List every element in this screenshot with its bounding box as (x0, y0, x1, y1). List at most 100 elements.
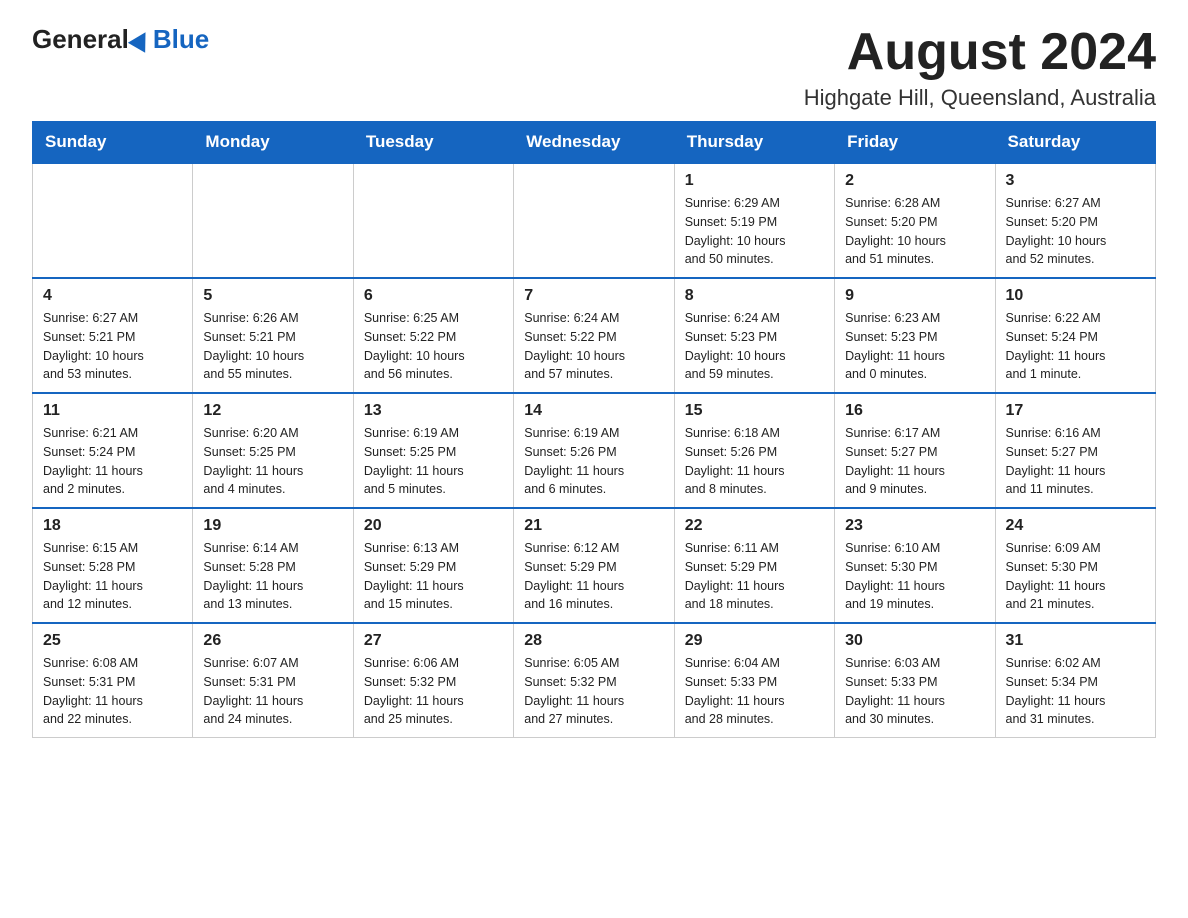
day-info: Sunrise: 6:19 AMSunset: 5:25 PMDaylight:… (364, 424, 503, 499)
calendar-cell: 16 Sunrise: 6:17 AMSunset: 5:27 PMDayligh… (835, 393, 995, 508)
calendar-week-row: 25 Sunrise: 6:08 AMSunset: 5:31 PMDayligh… (33, 623, 1156, 738)
day-number: 23 (845, 517, 984, 535)
calendar-header-row: SundayMondayTuesdayWednesdayThursdayFrid… (33, 122, 1156, 164)
day-info: Sunrise: 6:07 AMSunset: 5:31 PMDaylight:… (203, 654, 342, 729)
day-number: 17 (1006, 402, 1145, 420)
day-number: 6 (364, 287, 503, 305)
calendar-cell: 17 Sunrise: 6:16 AMSunset: 5:27 PMDayligh… (995, 393, 1155, 508)
day-info: Sunrise: 6:16 AMSunset: 5:27 PMDaylight:… (1006, 424, 1145, 499)
calendar-cell: 21Sunrise: 6:12 AMSunset: 5:29 PMDayligh… (514, 508, 674, 623)
calendar-cell: 12 Sunrise: 6:20 AMSunset: 5:25 PMDayligh… (193, 393, 353, 508)
day-info: Sunrise: 6:06 AMSunset: 5:32 PMDaylight:… (364, 654, 503, 729)
day-number: 29 (685, 632, 824, 650)
day-info: Sunrise: 6:18 AMSunset: 5:26 PMDaylight:… (685, 424, 824, 499)
day-number: 20 (364, 517, 503, 535)
day-info: Sunrise: 6:08 AMSunset: 5:31 PMDaylight:… (43, 654, 182, 729)
day-info: Sunrise: 6:10 AMSunset: 5:30 PMDaylight:… (845, 539, 984, 614)
calendar-cell: 9Sunrise: 6:23 AMSunset: 5:23 PMDaylight… (835, 278, 995, 393)
calendar-cell: 11 Sunrise: 6:21 AMSunset: 5:24 PMDayligh… (33, 393, 193, 508)
day-number: 22 (685, 517, 824, 535)
col-header-thursday: Thursday (674, 122, 834, 164)
calendar-cell: 22 Sunrise: 6:11 AMSunset: 5:29 PMDayligh… (674, 508, 834, 623)
day-info: Sunrise: 6:23 AMSunset: 5:23 PMDaylight:… (845, 309, 984, 384)
day-number: 16 (845, 402, 984, 420)
day-info: Sunrise: 6:25 AMSunset: 5:22 PMDaylight:… (364, 309, 503, 384)
day-info: Sunrise: 6:24 AMSunset: 5:22 PMDaylight:… (524, 309, 663, 384)
day-number: 19 (203, 517, 342, 535)
day-number: 8 (685, 287, 824, 305)
col-header-monday: Monday (193, 122, 353, 164)
day-number: 5 (203, 287, 342, 305)
day-number: 31 (1006, 632, 1145, 650)
logo-blue-text: Blue (153, 24, 209, 55)
calendar-cell: 20 Sunrise: 6:13 AMSunset: 5:29 PMDayligh… (353, 508, 513, 623)
day-info: Sunrise: 6:27 AMSunset: 5:20 PMDaylight:… (1006, 194, 1145, 269)
calendar-cell: 2 Sunrise: 6:28 AMSunset: 5:20 PMDaylight… (835, 163, 995, 278)
day-info: Sunrise: 6:11 AMSunset: 5:29 PMDaylight:… (685, 539, 824, 614)
day-info: Sunrise: 6:14 AMSunset: 5:28 PMDaylight:… (203, 539, 342, 614)
day-number: 14 (524, 402, 663, 420)
calendar-cell (33, 163, 193, 278)
calendar-table: SundayMondayTuesdayWednesdayThursdayFrid… (32, 121, 1156, 738)
calendar-cell (353, 163, 513, 278)
calendar-cell: 5 Sunrise: 6:26 AMSunset: 5:21 PMDaylight… (193, 278, 353, 393)
location-text: Highgate Hill, Queensland, Australia (804, 85, 1156, 111)
calendar-cell: 10Sunrise: 6:22 AMSunset: 5:24 PMDayligh… (995, 278, 1155, 393)
calendar-cell: 30 Sunrise: 6:03 AMSunset: 5:33 PMDayligh… (835, 623, 995, 738)
day-number: 10 (1006, 287, 1145, 305)
calendar-cell: 24Sunrise: 6:09 AMSunset: 5:30 PMDayligh… (995, 508, 1155, 623)
calendar-cell: 23 Sunrise: 6:10 AMSunset: 5:30 PMDayligh… (835, 508, 995, 623)
day-number: 15 (685, 402, 824, 420)
day-number: 30 (845, 632, 984, 650)
calendar-cell: 28Sunrise: 6:05 AMSunset: 5:32 PMDayligh… (514, 623, 674, 738)
day-info: Sunrise: 6:02 AMSunset: 5:34 PMDaylight:… (1006, 654, 1145, 729)
day-info: Sunrise: 6:24 AMSunset: 5:23 PMDaylight:… (685, 309, 824, 384)
day-info: Sunrise: 6:04 AMSunset: 5:33 PMDaylight:… (685, 654, 824, 729)
calendar-cell (193, 163, 353, 278)
logo: General Blue (32, 24, 209, 55)
day-number: 1 (685, 172, 824, 190)
day-info: Sunrise: 6:17 AMSunset: 5:27 PMDaylight:… (845, 424, 984, 499)
title-block: August 2024 Highgate Hill, Queensland, A… (804, 24, 1156, 111)
calendar-cell: 25 Sunrise: 6:08 AMSunset: 5:31 PMDayligh… (33, 623, 193, 738)
day-number: 3 (1006, 172, 1145, 190)
day-info: Sunrise: 6:20 AMSunset: 5:25 PMDaylight:… (203, 424, 342, 499)
calendar-cell: 7 Sunrise: 6:24 AMSunset: 5:22 PMDaylight… (514, 278, 674, 393)
day-info: Sunrise: 6:05 AMSunset: 5:32 PMDaylight:… (524, 654, 663, 729)
day-info: Sunrise: 6:19 AMSunset: 5:26 PMDaylight:… (524, 424, 663, 499)
day-info: Sunrise: 6:09 AMSunset: 5:30 PMDaylight:… (1006, 539, 1145, 614)
day-info: Sunrise: 6:15 AMSunset: 5:28 PMDaylight:… (43, 539, 182, 614)
day-number: 2 (845, 172, 984, 190)
logo-general-text: General (32, 24, 129, 55)
day-number: 7 (524, 287, 663, 305)
day-info: Sunrise: 6:29 AMSunset: 5:19 PMDaylight:… (685, 194, 824, 269)
day-info: Sunrise: 6:28 AMSunset: 5:20 PMDaylight:… (845, 194, 984, 269)
day-number: 11 (43, 402, 182, 420)
day-info: Sunrise: 6:12 AMSunset: 5:29 PMDaylight:… (524, 539, 663, 614)
col-header-friday: Friday (835, 122, 995, 164)
page-header: General Blue August 2024 Highgate Hill, … (32, 24, 1156, 111)
day-number: 25 (43, 632, 182, 650)
calendar-week-row: 11 Sunrise: 6:21 AMSunset: 5:24 PMDayligh… (33, 393, 1156, 508)
calendar-cell: 8 Sunrise: 6:24 AMSunset: 5:23 PMDaylight… (674, 278, 834, 393)
calendar-cell: 3 Sunrise: 6:27 AMSunset: 5:20 PMDaylight… (995, 163, 1155, 278)
calendar-cell: 31 Sunrise: 6:02 AMSunset: 5:34 PMDayligh… (995, 623, 1155, 738)
col-header-sunday: Sunday (33, 122, 193, 164)
day-number: 18 (43, 517, 182, 535)
col-header-tuesday: Tuesday (353, 122, 513, 164)
calendar-cell: 26 Sunrise: 6:07 AMSunset: 5:31 PMDayligh… (193, 623, 353, 738)
calendar-cell: 4Sunrise: 6:27 AMSunset: 5:21 PMDaylight… (33, 278, 193, 393)
day-number: 12 (203, 402, 342, 420)
day-info: Sunrise: 6:03 AMSunset: 5:33 PMDaylight:… (845, 654, 984, 729)
col-header-saturday: Saturday (995, 122, 1155, 164)
calendar-cell: 27Sunrise: 6:06 AMSunset: 5:32 PMDayligh… (353, 623, 513, 738)
day-info: Sunrise: 6:26 AMSunset: 5:21 PMDaylight:… (203, 309, 342, 384)
calendar-cell: 14 Sunrise: 6:19 AMSunset: 5:26 PMDayligh… (514, 393, 674, 508)
day-number: 26 (203, 632, 342, 650)
calendar-cell: 19 Sunrise: 6:14 AMSunset: 5:28 PMDayligh… (193, 508, 353, 623)
logo-triangle-icon (128, 27, 154, 53)
day-info: Sunrise: 6:21 AMSunset: 5:24 PMDaylight:… (43, 424, 182, 499)
day-info: Sunrise: 6:13 AMSunset: 5:29 PMDaylight:… (364, 539, 503, 614)
day-number: 4 (43, 287, 182, 305)
month-title: August 2024 (804, 24, 1156, 81)
